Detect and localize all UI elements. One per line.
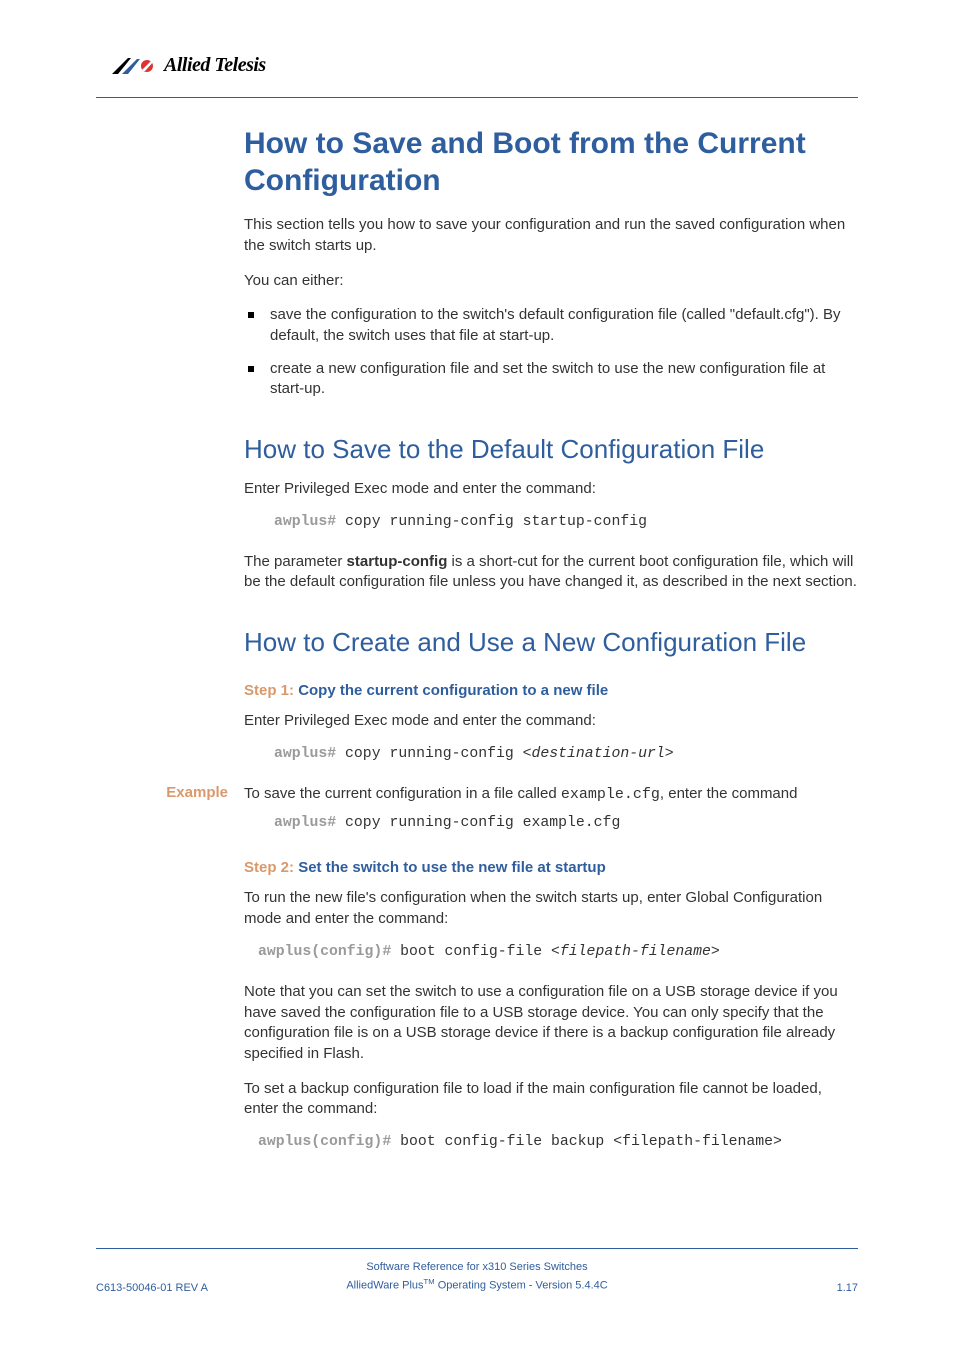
footer-rule [96,1248,858,1249]
footer-page-number: 1.17 [738,1282,858,1294]
footer-docid: C613-50046-01 REV A [96,1282,216,1294]
step2-p1: To run the new file's configuration when… [244,888,858,929]
brand-logo: Allied Telesis [112,54,858,77]
header-rule [96,97,858,98]
intro-paragraph-2: You can either: [244,271,858,292]
intro-paragraph-1: This section tells you how to save your … [244,215,858,256]
bullet-item-1: save the configuration to the switch's d… [244,305,858,346]
logo-mark-icon [112,57,158,75]
code-copy-examplecfg: awplus# copy running-config example.cfg [274,815,858,831]
page-title: How to Save and Boot from the Current Co… [244,126,858,199]
intro-bullet-list: save the configuration to the switch's d… [244,305,858,400]
step2-p2: Note that you can set the switch to use … [244,982,858,1065]
step2-heading: Step 2: Set the switch to use the new fi… [244,859,858,876]
secta-p2: The parameter startup-config is a short-… [244,552,858,593]
section-heading-new-file: How to Create and Use a New Configuratio… [244,627,858,658]
code-copy-startup: awplus# copy running-config startup-conf… [274,514,858,530]
footer-os-line: AlliedWare PlusTM Operating System - Ver… [216,1276,738,1294]
code-boot-backup: awplus(config)# boot config-file backup … [258,1134,858,1150]
step1-p1: Enter Privileged Exec mode and enter the… [244,711,858,732]
code-copy-desturl: awplus# copy running-config <destination… [274,746,858,762]
bullet-item-2: create a new configuration file and set … [244,359,858,400]
section-heading-default-file: How to Save to the Default Configuration… [244,434,858,465]
step2-p3: To set a backup configuration file to lo… [244,1079,858,1120]
code-boot-configfile: awplus(config)# boot config-file <filepa… [258,944,858,960]
secta-p1: Enter Privileged Exec mode and enter the… [244,479,858,500]
footer-product-line: Software Reference for x310 Series Switc… [216,1259,738,1276]
step1-heading: Step 1: Copy the current configuration t… [244,682,858,699]
page-footer: C613-50046-01 REV A Software Reference f… [96,1248,858,1294]
step1-example-text: To save the current configuration in a f… [244,784,858,806]
brand-name: Allied Telesis [164,54,266,77]
example-label: Example [88,784,228,801]
